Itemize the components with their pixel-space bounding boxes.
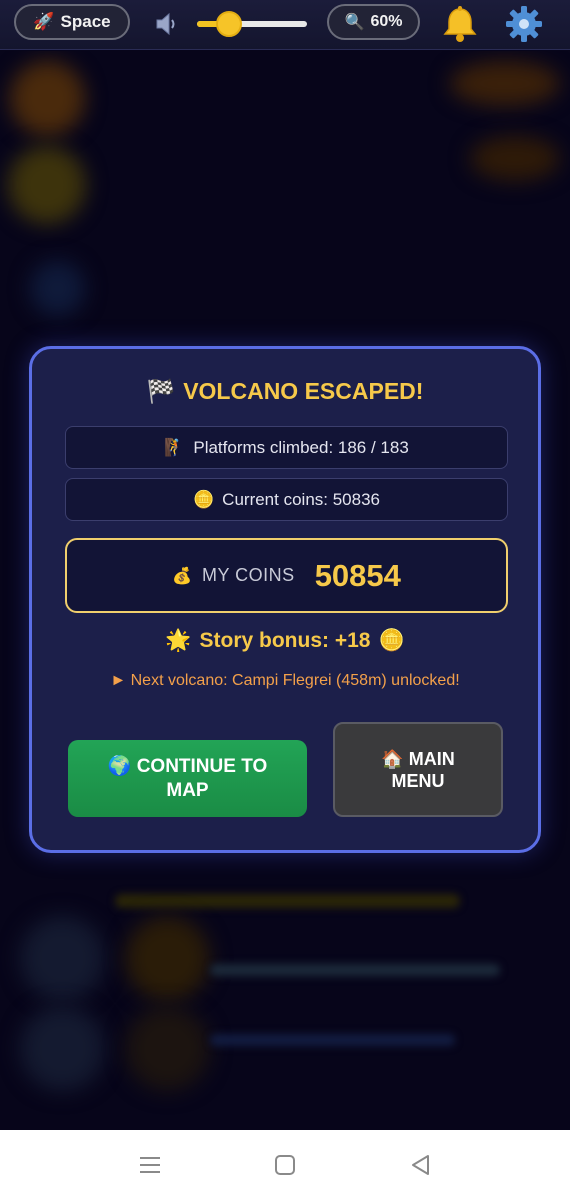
continue-to-map-label: CONTINUE TO MAP [136, 755, 268, 801]
menu-icon[interactable] [137, 1152, 163, 1178]
coin-icon: 🪙 [378, 629, 405, 652]
blurred-bar [115, 894, 460, 908]
blurred-icon [450, 61, 560, 106]
blurred-icon [10, 61, 85, 136]
continue-to-map-button[interactable]: 🌍 CONTINUE TO MAP [68, 740, 307, 817]
gear-icon[interactable] [504, 4, 544, 44]
blurred-bar [210, 1034, 455, 1046]
my-coins-value: 50854 [314, 557, 401, 593]
zoom-level: 60% [370, 13, 403, 30]
blurred-bar [210, 964, 500, 976]
back-icon[interactable] [408, 1152, 434, 1178]
blurred-icon [8, 146, 86, 224]
next-volcano-text: ► Next volcano: Campi Flegrei (458m) unl… [110, 672, 460, 689]
star-icon: 🌟 [165, 629, 192, 652]
volume-slider-knob[interactable] [215, 11, 242, 37]
volcano-escaped-dialog: 🏁 VOLCANO ESCAPED! 🧗 Platforms climbed: … [29, 346, 541, 853]
globe-icon: 🌍 [107, 755, 132, 777]
money-bag-icon: 💰 [172, 567, 192, 585]
checkered-flag-icon: 🏁 [146, 378, 176, 404]
blurred-icon [125, 916, 210, 1001]
zoom-button[interactable]: 🔍 60% [327, 4, 420, 40]
dialog-title: 🏁 VOLCANO ESCAPED! [32, 378, 538, 405]
main-menu-button[interactable]: 🏠 MAIN MENU [333, 722, 503, 817]
volume-slider[interactable] [197, 11, 307, 37]
current-coins-stat: 🪙 Current coins: 50836 [65, 478, 508, 521]
story-bonus: 🌟 Story bonus: +18 🪙 [32, 629, 538, 653]
rocket-icon: 🚀 [33, 12, 55, 31]
space-mode-label: Space [60, 12, 111, 31]
house-icon: 🏠 [381, 748, 404, 769]
platforms-climbed-stat: 🧗 Platforms climbed: 186 / 183 [65, 426, 508, 469]
blurred-icon [20, 916, 105, 1001]
system-navigation-bar [0, 1130, 570, 1200]
blurred-icon [20, 1006, 105, 1091]
current-coins-text: Current coins: 50836 [222, 489, 380, 509]
home-icon[interactable] [272, 1152, 298, 1178]
platforms-climbed-text: Platforms climbed: 186 / 183 [193, 437, 409, 457]
magnifier-icon: 🔍 [344, 14, 365, 31]
blurred-icon [30, 261, 85, 316]
my-coins-label: MY COINS [202, 565, 295, 585]
speaker-icon[interactable] [153, 10, 181, 38]
blurred-icon [470, 136, 560, 181]
space-mode-button[interactable]: 🚀 Space [14, 4, 130, 40]
blurred-icon [125, 1006, 210, 1091]
dialog-title-text: VOLCANO ESCAPED! [183, 378, 424, 404]
top-toolbar: 🚀 Space 🔍 60% [0, 0, 570, 50]
coin-icon: 🪙 [193, 489, 215, 509]
story-bonus-text: Story bonus: +18 [199, 629, 371, 652]
climber-icon: 🧗 [164, 437, 186, 457]
my-coins-panel: 💰 MY COINS 50854 [65, 538, 508, 613]
bell-icon[interactable] [440, 4, 480, 44]
